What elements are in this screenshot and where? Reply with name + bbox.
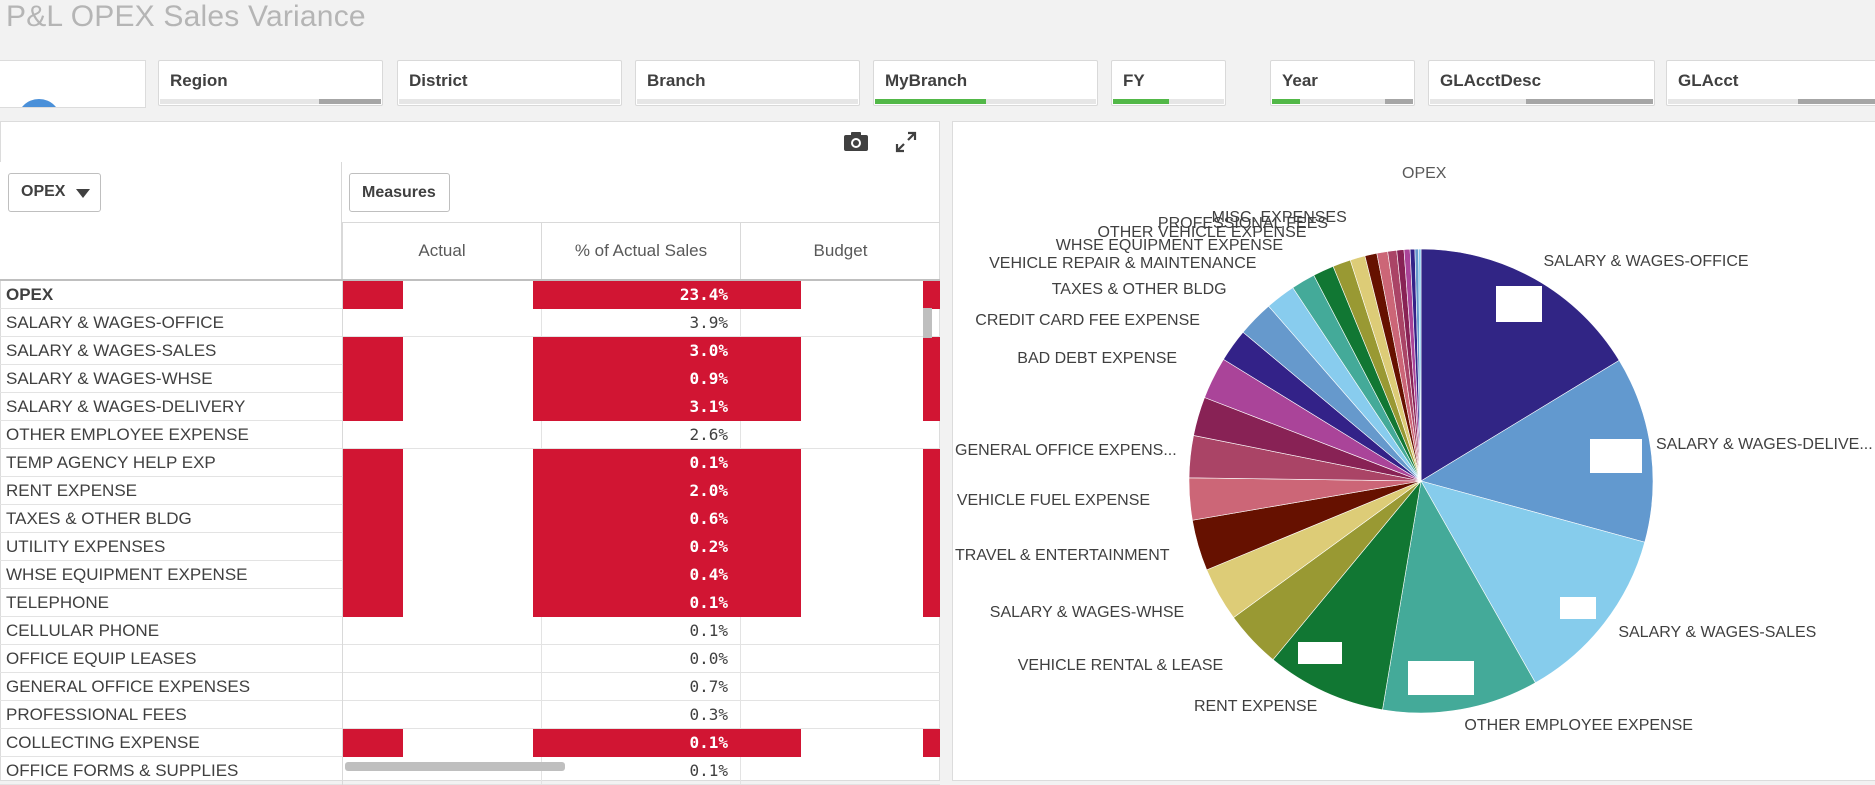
- slice-label: TRAVEL & ENTERTAINMENT: [955, 546, 1170, 564]
- slice-label: VEHICLE FUEL EXPENSE: [956, 492, 1151, 510]
- slice-value-label: [1560, 597, 1596, 619]
- slice-value-label: [1496, 286, 1542, 322]
- slice-label: GENERAL OFFICE EXPENS...: [955, 442, 1177, 460]
- slice-label: TAXES & OTHER BLDG: [1051, 280, 1227, 298]
- slice-label: MISC. EXPENSES: [1211, 209, 1347, 227]
- slice-label: RENT EXPENSE: [1193, 698, 1318, 716]
- pie-chart: [1188, 248, 1654, 714]
- slice-label: VEHICLE RENTAL & LEASE: [1017, 657, 1224, 675]
- slice-label: SALARY & WAGES-WHSE: [989, 604, 1185, 622]
- slice-value-label: [1298, 642, 1342, 664]
- slice-label: SALARY & WAGES-SALES: [1618, 624, 1817, 642]
- slice-label: VEHICLE REPAIR & MAINTENANCE: [989, 254, 1257, 272]
- slice-label: BAD DEBT EXPENSE: [1017, 350, 1178, 368]
- slice-label: SALARY & WAGES-DELIVE...: [1656, 436, 1873, 454]
- slice-value-label: [1408, 661, 1474, 695]
- slice-label: OTHER EMPLOYEE EXPENSE: [1464, 717, 1693, 735]
- slice-label: SALARY & WAGES-OFFICE: [1543, 253, 1749, 271]
- slice-label: CREDIT CARD FEE EXPENSE: [975, 312, 1200, 330]
- slice-value-label: [1590, 439, 1642, 473]
